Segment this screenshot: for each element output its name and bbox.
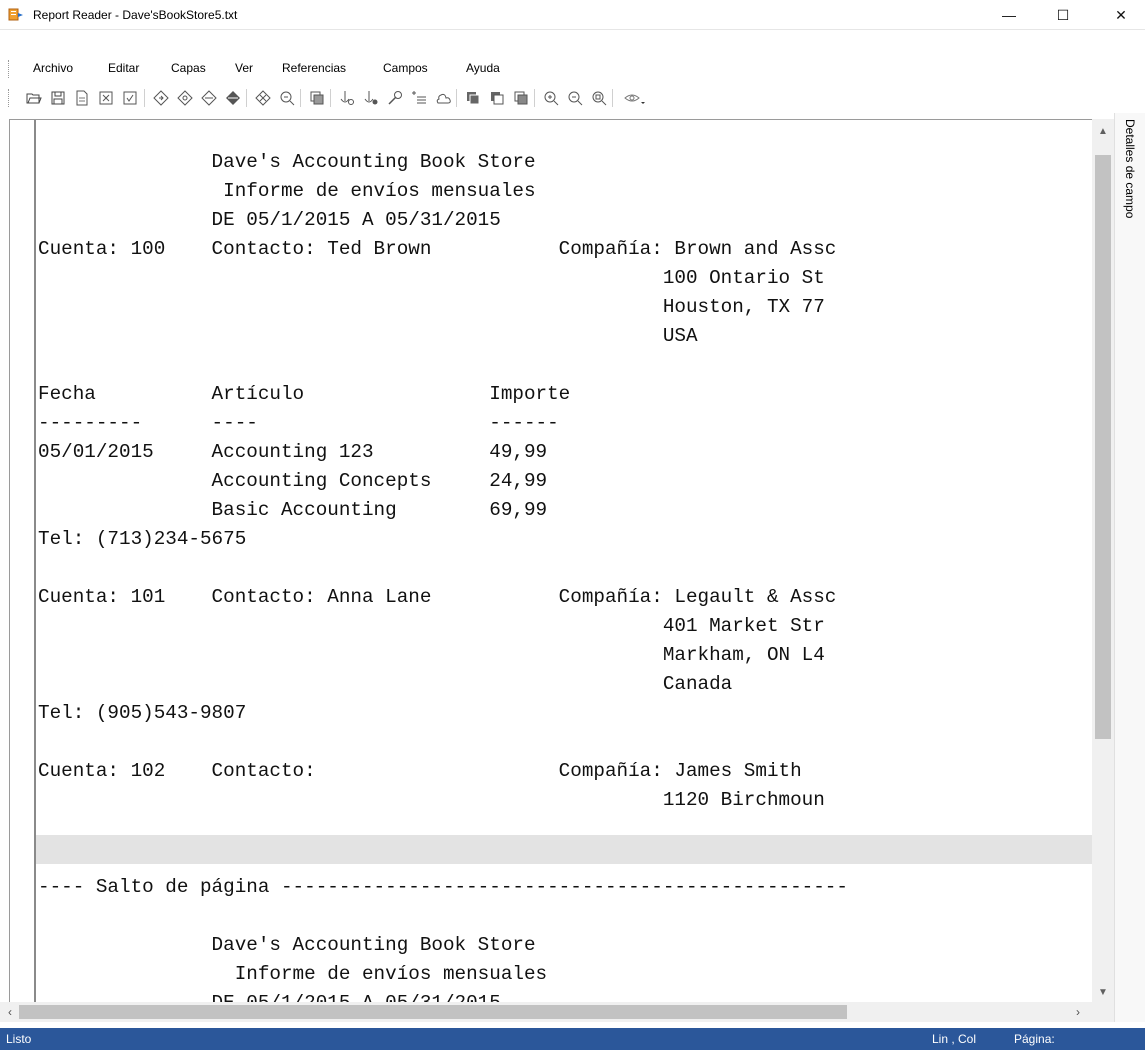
status-line-column: Lin , Col xyxy=(932,1032,977,1046)
vertical-scrollbar[interactable]: ▲ ▼ xyxy=(1092,119,1114,1002)
close-icon: ✕ xyxy=(1115,6,1127,23)
document-line: Cuenta: 102 Contacto: Compañía: James Sm… xyxy=(38,760,802,782)
layer-icon-3[interactable] xyxy=(513,90,529,106)
page-icon[interactable] xyxy=(74,90,90,106)
document-line: Cuenta: 101 Contacto: Anna Lane Compañía… xyxy=(38,586,837,608)
open-icon[interactable] xyxy=(26,90,42,106)
document-line: DE 05/1/2015 A 05/31/2015 xyxy=(38,989,501,1002)
layer-icon-1[interactable] xyxy=(465,90,481,106)
copy-layer-icon[interactable] xyxy=(309,90,325,106)
close-doc-icon[interactable] xyxy=(98,90,114,106)
document-line: Accounting Concepts 24,99 xyxy=(38,470,548,492)
vertical-scroll-thumb[interactable] xyxy=(1095,155,1111,739)
toolbar-separator xyxy=(534,89,535,107)
wrench-icon[interactable] xyxy=(387,90,403,106)
save-icon[interactable] xyxy=(50,90,66,106)
anchor-icon-2[interactable] xyxy=(363,90,379,106)
document-line: Informe de envíos mensuales xyxy=(38,180,536,202)
document-line: Cuenta: 100 Contacto: Ted Brown Compañía… xyxy=(38,238,837,260)
document-line: Tel: (713)234-5675 xyxy=(38,528,247,550)
diamond-icon-3[interactable] xyxy=(201,90,217,106)
zoom-field-icon[interactable] xyxy=(279,90,295,106)
minimize-icon: — xyxy=(1002,7,1016,23)
scrollbar-corner xyxy=(1092,1002,1114,1022)
menu-ayuda[interactable]: Ayuda xyxy=(466,61,500,75)
document-line: Dave's Accounting Book Store xyxy=(38,934,536,956)
document-line: ---- Salto de página -------------------… xyxy=(38,876,848,898)
maximize-button[interactable]: ☐ xyxy=(1040,0,1086,30)
document-line: 1120 Birchmoun xyxy=(38,789,825,811)
document-line: Houston, TX 77 xyxy=(38,296,825,318)
document-view[interactable]: Dave's Accounting Book Store Informe de … xyxy=(9,119,1092,1002)
horizontal-scrollbar[interactable]: ‹ › xyxy=(0,1002,1092,1022)
layer-icon-2[interactable] xyxy=(489,90,505,106)
toolbar-grip xyxy=(8,89,10,107)
status-page: Página: xyxy=(1014,1032,1055,1046)
status-text: Listo xyxy=(6,1032,32,1046)
close-button[interactable]: ✕ xyxy=(1098,0,1144,30)
document-line: --------- ---- ------ xyxy=(38,412,559,434)
maximize-icon: ☐ xyxy=(1056,6,1070,23)
diamond-filled-icon[interactable] xyxy=(225,90,241,106)
toolbar-separator xyxy=(330,89,331,107)
zoom-in-icon[interactable] xyxy=(543,90,559,106)
zoom-out-icon[interactable] xyxy=(567,90,583,106)
menu-bar: Archivo Editar Capas Ver Referencias Cam… xyxy=(0,57,1145,81)
document-line: Canada xyxy=(38,673,733,695)
toolbar-separator xyxy=(456,89,457,107)
document-line: 401 Market Str xyxy=(38,615,825,637)
document-line: 05/01/2015 Accounting 123 49,99 xyxy=(38,441,548,463)
menubar-grip xyxy=(8,60,10,78)
document-line: Fecha Artículo Importe xyxy=(38,383,571,405)
toolbar-separator xyxy=(246,89,247,107)
document-line: USA xyxy=(38,325,698,347)
menu-referencias[interactable]: Referencias xyxy=(282,61,346,75)
document-line: DE 05/1/2015 A 05/31/2015 xyxy=(38,209,501,231)
menu-ver[interactable]: Ver xyxy=(235,61,253,75)
zoom-fit-icon[interactable] xyxy=(591,90,607,106)
window-title: Report Reader - Dave'sBookStore5.txt xyxy=(33,8,238,22)
cloud-icon[interactable] xyxy=(435,90,451,106)
document-line: Basic Accounting 69,99 xyxy=(38,499,548,521)
toolbar-separator xyxy=(612,89,613,107)
field-details-panel: Detalles de campo xyxy=(1114,113,1145,1022)
toolbar-separator xyxy=(144,89,145,107)
document-line: Markham, ON L4 xyxy=(38,644,825,666)
minimize-button[interactable]: — xyxy=(986,0,1032,30)
app-icon xyxy=(8,7,24,23)
menu-editar[interactable]: Editar xyxy=(108,61,139,75)
diamond-icon-2[interactable] xyxy=(177,90,193,106)
menu-capas[interactable]: Capas xyxy=(171,61,206,75)
status-bar: Listo Lin , Col Página: xyxy=(0,1028,1145,1050)
scroll-down-icon[interactable]: ▼ xyxy=(1092,984,1114,1000)
document-line: Informe de envíos mensuales xyxy=(38,963,548,985)
field-details-tab[interactable]: Detalles de campo xyxy=(1123,119,1137,218)
toolbar xyxy=(0,83,1145,113)
horizontal-scroll-thumb[interactable] xyxy=(19,1005,847,1019)
menu-campos[interactable]: Campos xyxy=(383,61,428,75)
add-list-icon[interactable] xyxy=(411,90,427,106)
document-line: Tel: (905)543-9807 xyxy=(38,702,247,724)
toolbar-separator xyxy=(300,89,301,107)
eye-icon[interactable] xyxy=(624,90,646,106)
page-break-band xyxy=(36,835,1092,864)
scroll-left-icon[interactable]: ‹ xyxy=(2,1004,18,1020)
document-line: Dave's Accounting Book Store xyxy=(38,151,536,173)
title-bar: Report Reader - Dave'sBookStore5.txt — ☐… xyxy=(0,0,1145,30)
scroll-right-icon[interactable]: › xyxy=(1070,1004,1086,1020)
anchor-icon-1[interactable] xyxy=(339,90,355,106)
scroll-up-icon[interactable]: ▲ xyxy=(1092,123,1114,139)
diamond-icon-1[interactable] xyxy=(153,90,169,106)
document-margin xyxy=(34,120,36,1002)
menu-archivo[interactable]: Archivo xyxy=(33,61,73,75)
diamond-x-icon[interactable] xyxy=(255,90,271,106)
checkbox-icon[interactable] xyxy=(122,90,138,106)
document-line: 100 Ontario St xyxy=(38,267,825,289)
